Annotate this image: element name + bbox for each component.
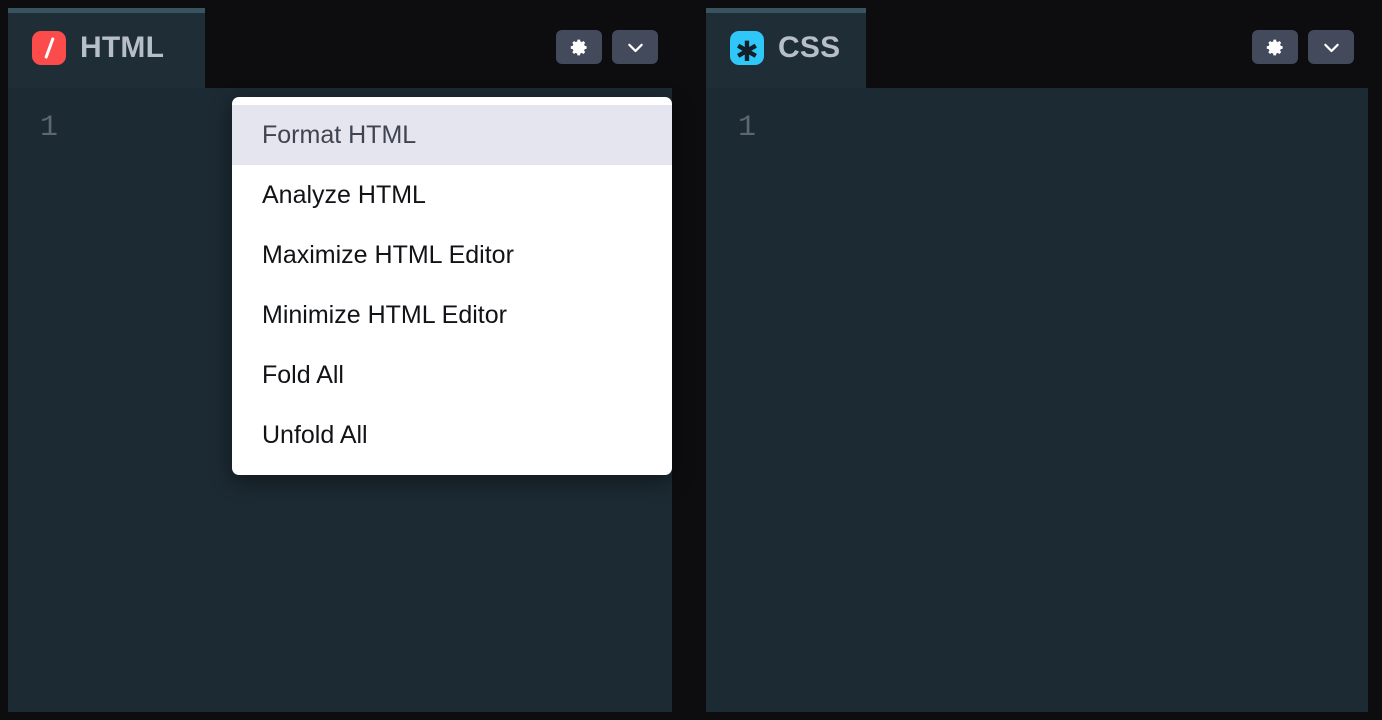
chevron-down-icon [1321, 37, 1342, 58]
html-pane-header: HTML [8, 8, 672, 88]
css-code-area[interactable] [768, 88, 1368, 712]
menu-item-minimize-html-editor[interactable]: Minimize HTML Editor [232, 285, 672, 345]
tab-label-css: CSS [778, 31, 841, 64]
menu-item-unfold-all[interactable]: Unfold All [232, 405, 672, 465]
tab-label-html: HTML [80, 31, 165, 64]
menu-item-analyze-html[interactable]: Analyze HTML [232, 165, 672, 225]
css-header-actions [1252, 30, 1354, 64]
css-editor-pane: ✱ CSS 1 [706, 8, 1368, 712]
css-pane-header: ✱ CSS [706, 8, 1368, 88]
asterisk-icon: ✱ [730, 31, 764, 65]
css-editor-body[interactable]: 1 [706, 88, 1368, 712]
css-menu-button[interactable] [1308, 30, 1354, 64]
tab-active-accent-bar [8, 8, 205, 13]
menu-item-fold-all[interactable]: Fold All [232, 345, 672, 405]
tab-html[interactable]: HTML [8, 8, 205, 88]
line-number: 1 [737, 111, 756, 145]
chevron-down-icon [625, 37, 646, 58]
html-settings-button[interactable] [556, 30, 602, 64]
html-gutter: 1 [8, 88, 70, 712]
css-gutter: 1 [706, 88, 768, 712]
html-editor-dropdown-menu: Format HTML Analyze HTML Maximize HTML E… [232, 97, 672, 475]
css-settings-button[interactable] [1252, 30, 1298, 64]
tab-active-accent-bar [706, 8, 866, 13]
app-frame: HTML 1 ✱ CSS 1 Format HTML Analyze HTML … [0, 0, 1382, 720]
gear-icon [1266, 38, 1285, 57]
html-header-actions [556, 30, 658, 64]
menu-item-format-html[interactable]: Format HTML [232, 105, 672, 165]
slash-icon [32, 31, 66, 65]
tab-css[interactable]: ✱ CSS [706, 8, 866, 88]
html-menu-button[interactable] [612, 30, 658, 64]
menu-item-maximize-html-editor[interactable]: Maximize HTML Editor [232, 225, 672, 285]
line-number: 1 [39, 111, 58, 145]
gear-icon [570, 38, 589, 57]
